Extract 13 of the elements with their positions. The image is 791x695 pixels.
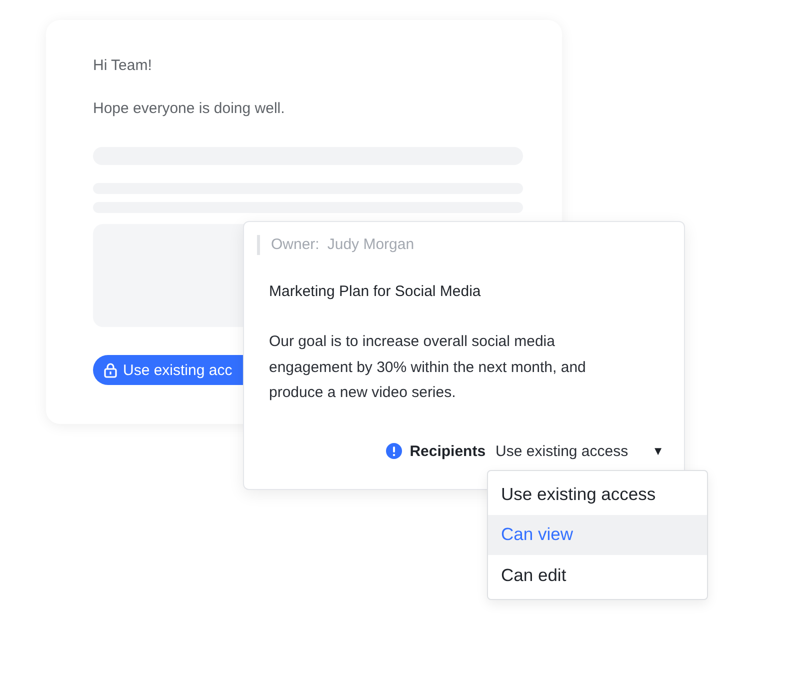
document-title: Marketing Plan for Social Media [269,282,482,302]
message-text: Hope everyone is doing well. [93,99,286,119]
menu-item[interactable]: Use existing access [488,474,707,514]
owner-line: Owner: Judy Morgan [257,235,664,255]
lock-icon [104,362,117,378]
info-icon [386,443,402,459]
caret-icon[interactable]: ▼ [652,444,664,458]
pill-label: Use existing acc [123,362,232,378]
recipients-label: Recipients [410,442,486,460]
menu-item[interactable]: Can view [488,514,707,555]
recipients-value[interactable]: Use existing access [496,442,628,460]
greeting-text: Hi Team! [93,56,153,76]
menu-item[interactable]: Can edit [488,555,707,596]
